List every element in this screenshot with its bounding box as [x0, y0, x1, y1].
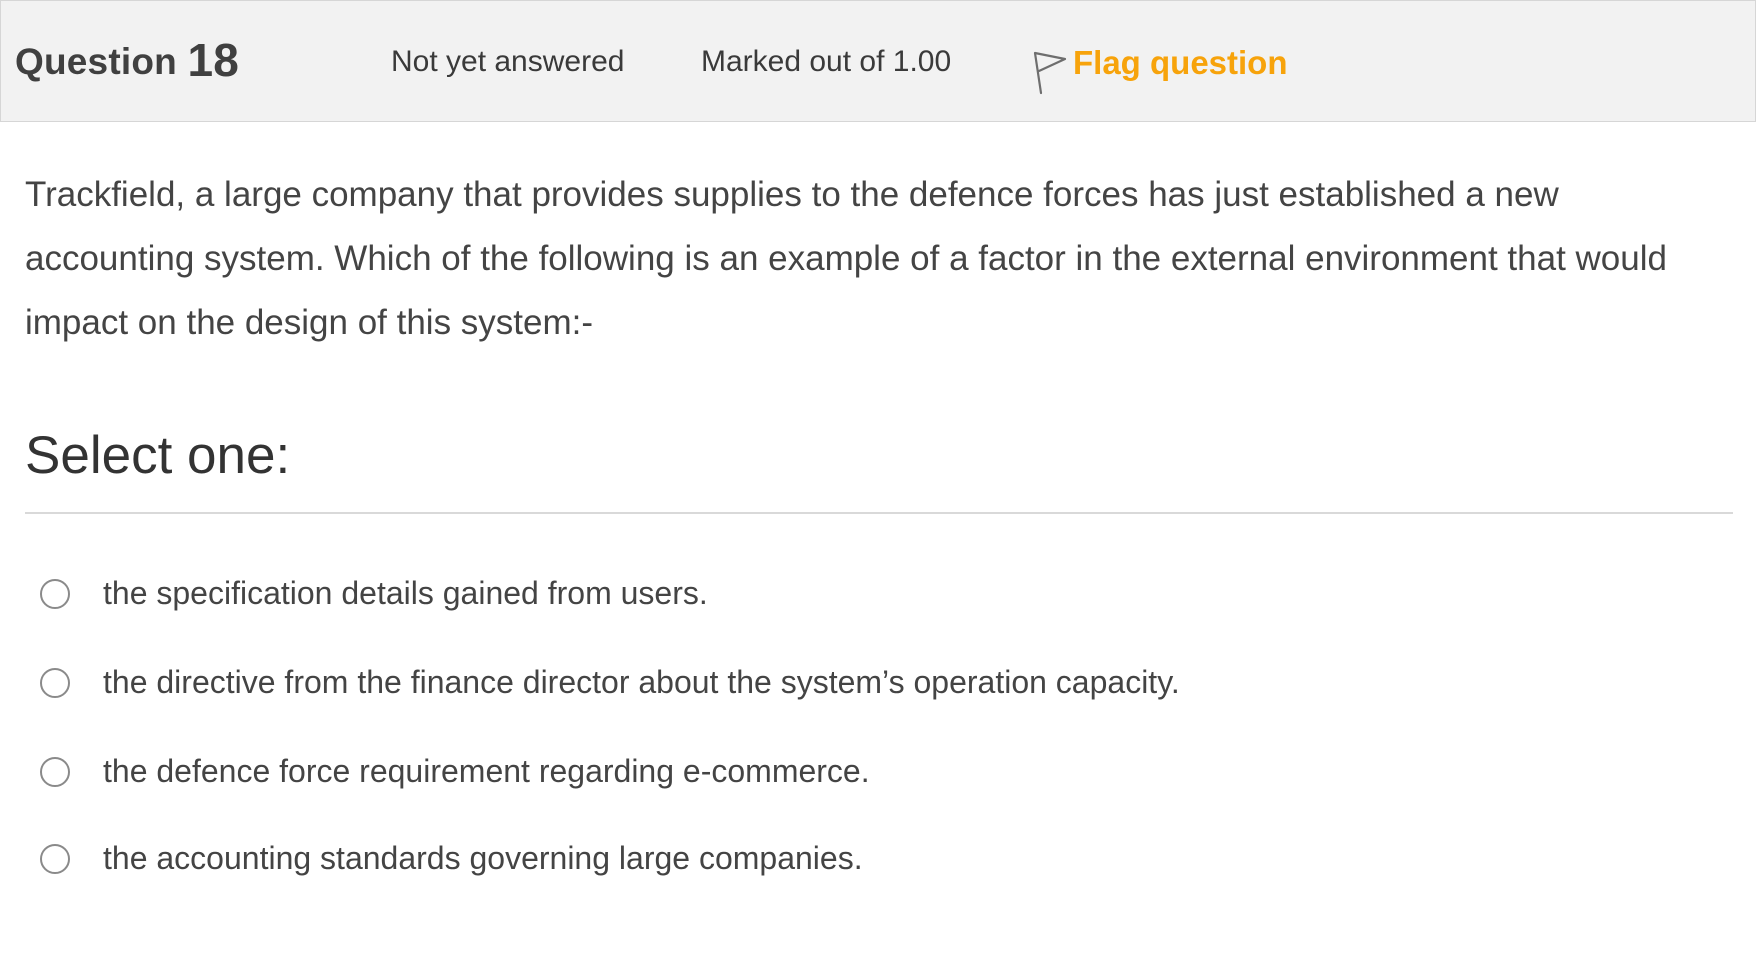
answer-option-label[interactable]: the directive from the finance director … — [103, 664, 1180, 701]
radio-button[interactable] — [40, 756, 70, 787]
divider — [25, 512, 1733, 514]
flag-question-button[interactable]: Flag question — [1031, 39, 1288, 95]
select-one-prompt: Select one: — [25, 426, 291, 485]
answer-option-3[interactable]: the defence force requirement regarding … — [40, 753, 870, 790]
radio-button[interactable] — [40, 843, 70, 874]
radio-button[interactable] — [40, 578, 70, 609]
answer-option-label[interactable]: the specification details gained from us… — [103, 575, 708, 612]
answer-option-2[interactable]: the directive from the finance director … — [40, 664, 1180, 701]
question-info-bar: Question 18 Not yet answered Marked out … — [0, 0, 1756, 122]
question-number: 18 — [187, 34, 240, 86]
flag-question-label[interactable]: Flag question — [1073, 44, 1288, 82]
question-title: Question 18 — [15, 31, 240, 86]
question-title-prefix: Question — [15, 41, 177, 82]
answer-option-label[interactable]: the defence force requirement regarding … — [103, 753, 870, 790]
radio-button[interactable] — [40, 667, 70, 698]
question-state: Not yet answered — [391, 45, 625, 78]
answer-option-1[interactable]: the specification details gained from us… — [40, 575, 708, 612]
question-grade: Marked out of 1.00 — [701, 45, 952, 78]
flag-icon[interactable] — [1031, 49, 1071, 97]
answer-option-label[interactable]: the accounting standards governing large… — [103, 840, 863, 877]
answer-option-4[interactable]: the accounting standards governing large… — [40, 840, 863, 877]
question-text: Trackfield, a large company that provide… — [25, 175, 1667, 342]
